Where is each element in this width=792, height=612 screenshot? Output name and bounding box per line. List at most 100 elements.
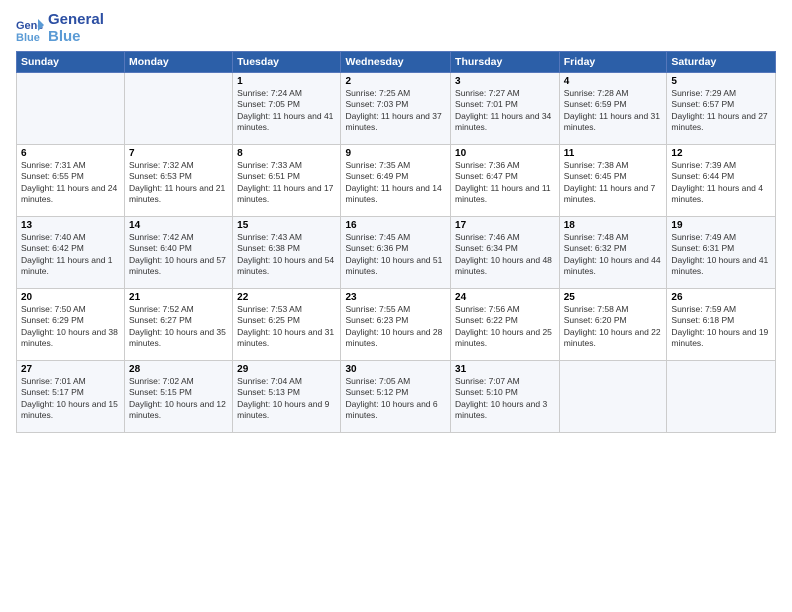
day-number: 12 [671,148,771,159]
calendar-week-row: 20Sunrise: 7:50 AM Sunset: 6:29 PM Dayli… [17,289,776,361]
day-info: Sunrise: 7:01 AM Sunset: 5:17 PM Dayligh… [21,376,120,422]
day-number: 11 [564,148,663,159]
day-info: Sunrise: 7:35 AM Sunset: 6:49 PM Dayligh… [345,160,446,206]
weekday-header: Saturday [667,52,776,73]
day-info: Sunrise: 7:40 AM Sunset: 6:42 PM Dayligh… [21,232,120,278]
day-info: Sunrise: 7:58 AM Sunset: 6:20 PM Dayligh… [564,304,663,350]
day-number: 31 [455,364,555,375]
calendar-cell: 17Sunrise: 7:46 AM Sunset: 6:34 PM Dayli… [451,217,560,289]
calendar-cell: 14Sunrise: 7:42 AM Sunset: 6:40 PM Dayli… [125,217,233,289]
day-number: 1 [237,76,336,87]
day-number: 3 [455,76,555,87]
calendar-cell: 8Sunrise: 7:33 AM Sunset: 6:51 PM Daylig… [233,145,341,217]
calendar-cell [667,361,776,433]
day-info: Sunrise: 7:49 AM Sunset: 6:31 PM Dayligh… [671,232,771,278]
logo-area: General Blue General Blue [16,12,104,45]
day-info: Sunrise: 7:31 AM Sunset: 6:55 PM Dayligh… [21,160,120,206]
day-number: 30 [345,364,446,375]
day-info: Sunrise: 7:32 AM Sunset: 6:53 PM Dayligh… [129,160,228,206]
day-info: Sunrise: 7:48 AM Sunset: 6:32 PM Dayligh… [564,232,663,278]
day-info: Sunrise: 7:59 AM Sunset: 6:18 PM Dayligh… [671,304,771,350]
day-info: Sunrise: 7:53 AM Sunset: 6:25 PM Dayligh… [237,304,336,350]
calendar-cell [17,73,125,145]
day-info: Sunrise: 7:39 AM Sunset: 6:44 PM Dayligh… [671,160,771,206]
calendar-cell: 11Sunrise: 7:38 AM Sunset: 6:45 PM Dayli… [559,145,667,217]
calendar-cell: 27Sunrise: 7:01 AM Sunset: 5:17 PM Dayli… [17,361,125,433]
weekday-header: Sunday [17,52,125,73]
day-number: 27 [21,364,120,375]
day-number: 7 [129,148,228,159]
day-number: 24 [455,292,555,303]
day-info: Sunrise: 7:46 AM Sunset: 6:34 PM Dayligh… [455,232,555,278]
calendar-cell: 4Sunrise: 7:28 AM Sunset: 6:59 PM Daylig… [559,73,667,145]
day-info: Sunrise: 7:43 AM Sunset: 6:38 PM Dayligh… [237,232,336,278]
day-number: 19 [671,220,771,231]
calendar-cell: 7Sunrise: 7:32 AM Sunset: 6:53 PM Daylig… [125,145,233,217]
calendar-cell [125,73,233,145]
svg-text:Blue: Blue [16,32,40,43]
day-number: 21 [129,292,228,303]
calendar-cell: 1Sunrise: 7:24 AM Sunset: 7:05 PM Daylig… [233,73,341,145]
day-info: Sunrise: 7:04 AM Sunset: 5:13 PM Dayligh… [237,376,336,422]
weekday-header: Tuesday [233,52,341,73]
calendar-cell: 12Sunrise: 7:39 AM Sunset: 6:44 PM Dayli… [667,145,776,217]
day-number: 10 [455,148,555,159]
weekday-header: Monday [125,52,233,73]
calendar-cell: 26Sunrise: 7:59 AM Sunset: 6:18 PM Dayli… [667,289,776,361]
logo-general: General [48,12,104,29]
day-number: 28 [129,364,228,375]
calendar-cell: 18Sunrise: 7:48 AM Sunset: 6:32 PM Dayli… [559,217,667,289]
calendar-cell: 23Sunrise: 7:55 AM Sunset: 6:23 PM Dayli… [341,289,451,361]
day-info: Sunrise: 7:42 AM Sunset: 6:40 PM Dayligh… [129,232,228,278]
calendar-cell: 22Sunrise: 7:53 AM Sunset: 6:25 PM Dayli… [233,289,341,361]
calendar-cell: 13Sunrise: 7:40 AM Sunset: 6:42 PM Dayli… [17,217,125,289]
day-number: 13 [21,220,120,231]
calendar-cell: 9Sunrise: 7:35 AM Sunset: 6:49 PM Daylig… [341,145,451,217]
logo-icon: General Blue [16,15,44,43]
calendar-cell: 6Sunrise: 7:31 AM Sunset: 6:55 PM Daylig… [17,145,125,217]
logo-blue: Blue [48,29,104,46]
day-number: 15 [237,220,336,231]
calendar-cell: 20Sunrise: 7:50 AM Sunset: 6:29 PM Dayli… [17,289,125,361]
day-info: Sunrise: 7:38 AM Sunset: 6:45 PM Dayligh… [564,160,663,206]
day-info: Sunrise: 7:25 AM Sunset: 7:03 PM Dayligh… [345,88,446,134]
weekday-header: Thursday [451,52,560,73]
calendar-cell: 5Sunrise: 7:29 AM Sunset: 6:57 PM Daylig… [667,73,776,145]
weekday-header: Friday [559,52,667,73]
calendar-cell: 24Sunrise: 7:56 AM Sunset: 6:22 PM Dayli… [451,289,560,361]
calendar-cell [559,361,667,433]
day-info: Sunrise: 7:29 AM Sunset: 6:57 PM Dayligh… [671,88,771,134]
day-number: 25 [564,292,663,303]
day-number: 22 [237,292,336,303]
weekday-header: Wednesday [341,52,451,73]
calendar-cell: 3Sunrise: 7:27 AM Sunset: 7:01 PM Daylig… [451,73,560,145]
day-number: 8 [237,148,336,159]
day-info: Sunrise: 7:36 AM Sunset: 6:47 PM Dayligh… [455,160,555,206]
calendar-cell: 2Sunrise: 7:25 AM Sunset: 7:03 PM Daylig… [341,73,451,145]
day-info: Sunrise: 7:50 AM Sunset: 6:29 PM Dayligh… [21,304,120,350]
calendar-week-row: 6Sunrise: 7:31 AM Sunset: 6:55 PM Daylig… [17,145,776,217]
header-row: General Blue General Blue [16,12,776,45]
day-number: 14 [129,220,228,231]
day-info: Sunrise: 7:33 AM Sunset: 6:51 PM Dayligh… [237,160,336,206]
day-number: 18 [564,220,663,231]
day-info: Sunrise: 7:56 AM Sunset: 6:22 PM Dayligh… [455,304,555,350]
day-number: 23 [345,292,446,303]
day-number: 26 [671,292,771,303]
calendar-cell: 29Sunrise: 7:04 AM Sunset: 5:13 PM Dayli… [233,361,341,433]
calendar-cell: 15Sunrise: 7:43 AM Sunset: 6:38 PM Dayli… [233,217,341,289]
day-info: Sunrise: 7:55 AM Sunset: 6:23 PM Dayligh… [345,304,446,350]
calendar-cell: 28Sunrise: 7:02 AM Sunset: 5:15 PM Dayli… [125,361,233,433]
page: General Blue General Blue SundayMondayTu… [0,0,792,441]
calendar-cell: 30Sunrise: 7:05 AM Sunset: 5:12 PM Dayli… [341,361,451,433]
day-info: Sunrise: 7:05 AM Sunset: 5:12 PM Dayligh… [345,376,446,422]
day-number: 2 [345,76,446,87]
calendar-cell: 16Sunrise: 7:45 AM Sunset: 6:36 PM Dayli… [341,217,451,289]
day-info: Sunrise: 7:07 AM Sunset: 5:10 PM Dayligh… [455,376,555,422]
day-info: Sunrise: 7:45 AM Sunset: 6:36 PM Dayligh… [345,232,446,278]
calendar-cell: 25Sunrise: 7:58 AM Sunset: 6:20 PM Dayli… [559,289,667,361]
calendar-cell: 31Sunrise: 7:07 AM Sunset: 5:10 PM Dayli… [451,361,560,433]
day-number: 29 [237,364,336,375]
day-info: Sunrise: 7:02 AM Sunset: 5:15 PM Dayligh… [129,376,228,422]
day-number: 20 [21,292,120,303]
